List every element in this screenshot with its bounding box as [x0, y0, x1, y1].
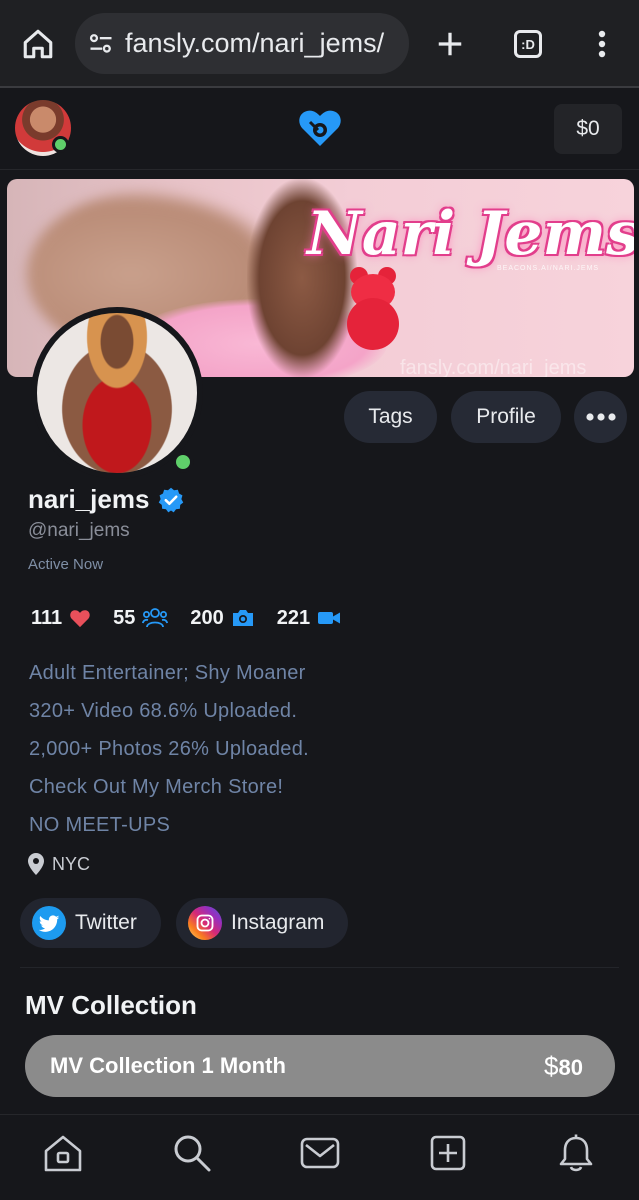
subscription-section-title: MV Collection	[25, 990, 197, 1020]
location-text: NYC	[52, 853, 91, 874]
tab-count: :D	[514, 30, 542, 58]
banner-subtitle: BEACONS.AI/NARI.JEMS	[497, 265, 600, 272]
videos-stat[interactable]: 221	[277, 607, 341, 630]
video-camera-icon	[318, 612, 341, 624]
create-post-icon[interactable]	[426, 1131, 470, 1175]
twitter-icon	[32, 906, 66, 940]
camera-icon	[232, 610, 253, 626]
more-horiz-icon	[585, 413, 616, 421]
home-nav-icon[interactable]	[41, 1131, 85, 1175]
likes-count: 111	[31, 606, 63, 629]
bio-line: Adult Entertainer; Shy Moaner	[29, 662, 306, 684]
divider	[20, 967, 619, 968]
username-handle: @nari_jems	[28, 520, 130, 541]
bio-line: 320+ Video 68.6% Uploaded.	[29, 700, 298, 722]
gummy-bear-icon	[347, 267, 399, 350]
activity-status: Active Now	[28, 556, 104, 573]
profile-photo	[37, 313, 197, 473]
tier-label: MV Collection 1 Month	[50, 1053, 286, 1078]
videos-count: 221	[276, 606, 311, 629]
instagram-icon	[188, 906, 222, 940]
profile-button[interactable]: Profile	[451, 391, 561, 443]
name-row: nari_jems	[28, 484, 185, 515]
messages-icon[interactable]	[298, 1131, 342, 1175]
tab-switcher-button[interactable]: :D	[508, 24, 548, 64]
bio-line: 2,000+ Photos 26% Uploaded.	[29, 738, 309, 760]
tags-button[interactable]: Tags	[344, 391, 437, 443]
more-options-button[interactable]	[574, 391, 627, 443]
online-indicator	[52, 136, 69, 153]
users-icon	[142, 608, 169, 628]
profile-stats: 111 55 200 221	[31, 604, 363, 632]
verified-badge-icon	[159, 487, 184, 512]
likes-stat[interactable]: 111	[31, 607, 91, 630]
display-name: nari_jems	[28, 484, 150, 514]
wallet-balance-button[interactable]: $0	[554, 104, 622, 154]
banner-watermark: fansly.com/nari_jems	[400, 357, 587, 377]
new-tab-icon[interactable]	[430, 24, 470, 64]
address-bar[interactable]: fansly.com/nari_jems/	[75, 13, 409, 74]
bio-line: NO MEET-UPS	[29, 814, 171, 836]
heart-icon	[70, 610, 90, 628]
tier-price: $ 80	[544, 1051, 583, 1082]
twitter-label: Twitter	[75, 911, 137, 934]
site-settings-icon[interactable]	[87, 30, 115, 58]
notifications-bell-icon[interactable]	[554, 1131, 598, 1175]
browser-toolbar: fansly.com/nari_jems/ :D	[0, 0, 639, 88]
location-pin-icon	[28, 853, 44, 875]
followers-stat[interactable]: 55	[113, 606, 169, 630]
url-text: fansly.com/nari_jems/	[125, 28, 385, 58]
photos-stat[interactable]: 200	[190, 607, 254, 630]
price-value: 80	[558, 1054, 583, 1080]
instagram-link[interactable]: Instagram	[176, 898, 348, 948]
bottom-navigation	[0, 1114, 639, 1200]
online-status-dot	[172, 451, 194, 473]
subscription-tier-button[interactable]: MV Collection 1 Month $ 80	[25, 1035, 615, 1097]
followers-count: 55	[113, 606, 136, 629]
currency-symbol: $	[544, 1050, 559, 1081]
location: NYC	[28, 853, 90, 875]
search-icon[interactable]	[170, 1131, 214, 1175]
instagram-label: Instagram	[231, 911, 325, 934]
more-vert-icon[interactable]	[582, 24, 622, 64]
banner-title: Nari Jems	[307, 199, 634, 269]
twitter-link[interactable]: Twitter	[20, 898, 161, 948]
home-icon[interactable]	[18, 24, 58, 64]
profile-bio: Adult Entertainer; Shy Moaner 320+ Video…	[29, 654, 309, 844]
photos-count: 200	[190, 606, 224, 629]
app-header: $0	[0, 90, 639, 170]
bio-line: Check Out My Merch Store!	[29, 776, 284, 798]
fansly-logo-icon[interactable]	[296, 104, 344, 152]
